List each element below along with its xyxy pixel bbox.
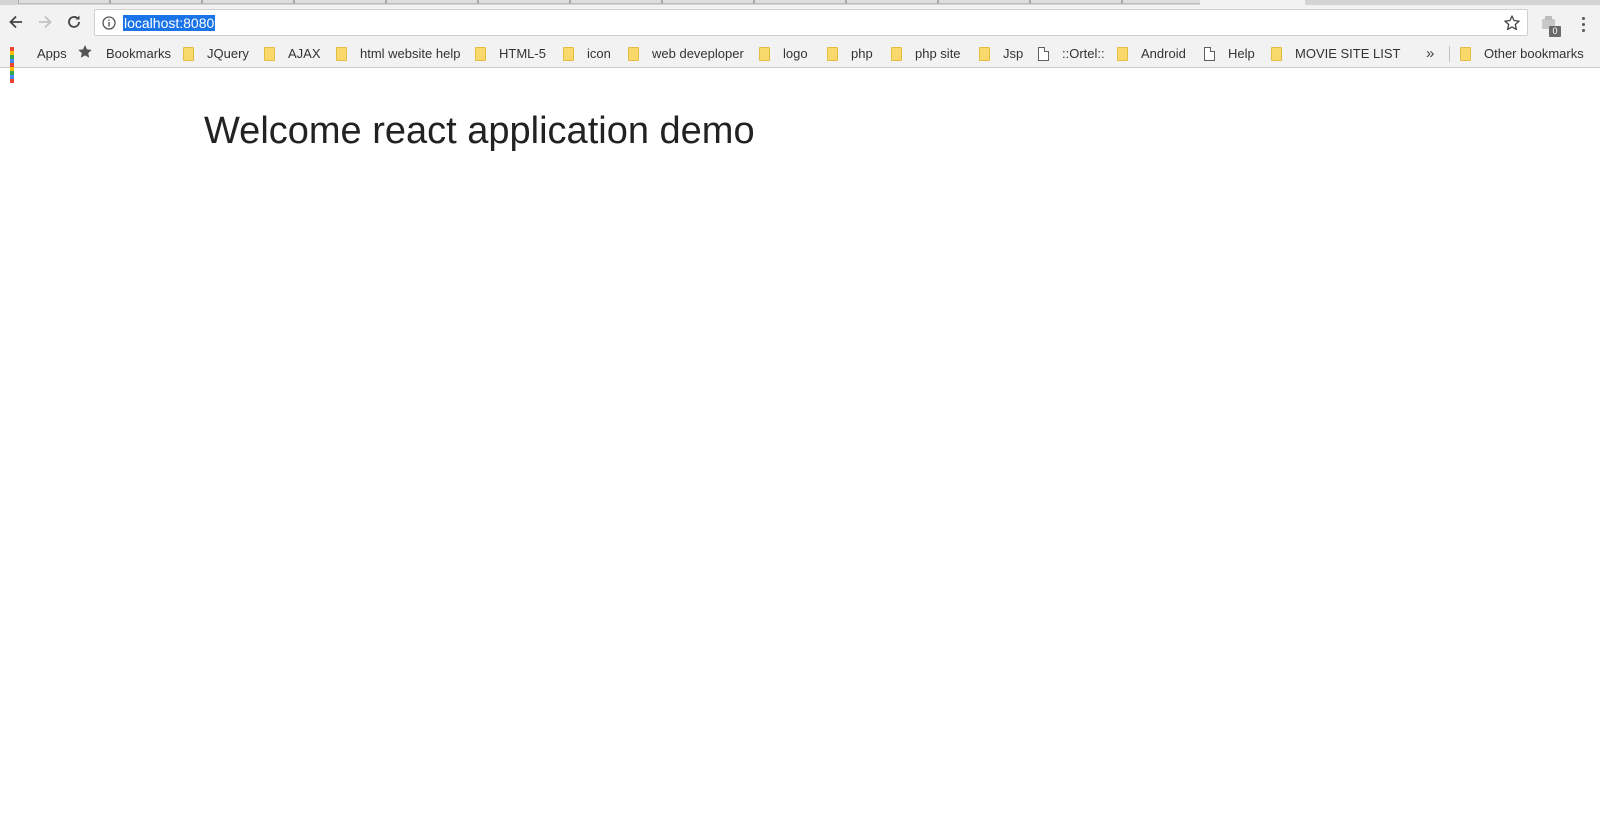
apps-grid-icon — [10, 46, 24, 83]
folder-icon — [827, 46, 838, 61]
bookmark-label: Android — [1141, 46, 1186, 61]
bookmark-label: Jsp — [1003, 46, 1024, 61]
bookmark-folder-android[interactable]: Android — [1117, 39, 1186, 68]
bookmark-label: php — [851, 46, 873, 61]
bookmark-label: Bookmarks — [106, 46, 172, 61]
folder-icon — [1271, 46, 1282, 61]
bookmark-label: HTML-5 — [499, 46, 546, 61]
folder-icon — [1460, 46, 1471, 61]
bookmark-apps[interactable]: Apps — [10, 39, 67, 83]
arrow-right-icon — [37, 14, 53, 30]
url-text[interactable]: localhost:8080 — [123, 15, 216, 31]
reload-icon — [66, 14, 82, 30]
bookmark-folder-web-developer[interactable]: web deveploper — [628, 39, 744, 68]
reload-button[interactable] — [63, 11, 85, 33]
tab[interactable] — [18, 0, 110, 4]
bookmark-folder-icon[interactable]: icon — [563, 39, 611, 68]
folder-icon — [759, 46, 770, 61]
bookmark-bookmarks[interactable]: Bookmarks — [77, 39, 171, 68]
bookmark-page-ortel[interactable]: ::Ortel:: — [1038, 39, 1105, 68]
bookmarks-overflow-button[interactable]: » — [1426, 39, 1434, 68]
tab[interactable] — [202, 0, 294, 4]
bookmark-label: logo — [783, 46, 808, 61]
bookmark-folder-php-site[interactable]: php site — [891, 39, 961, 68]
folder-icon — [475, 46, 486, 61]
bookmark-page-help[interactable]: Help — [1204, 39, 1255, 68]
bookmark-label: Apps — [37, 46, 67, 61]
browser-toolbar: localhost:8080 0 — [0, 5, 1600, 39]
tab[interactable] — [938, 0, 1030, 4]
bookmarks-bar: Apps Bookmarks JQuery AJAX html website … — [0, 39, 1600, 83]
bookmark-label: Other bookmarks — [1484, 46, 1584, 61]
tab[interactable] — [294, 0, 386, 4]
star-icon — [77, 44, 93, 63]
folder-icon — [628, 46, 639, 61]
folder-icon — [336, 46, 347, 61]
bookmark-label: MOVIE SITE LIST — [1295, 46, 1401, 61]
forward-button[interactable] — [34, 11, 56, 33]
bookmark-folder-jquery[interactable]: JQuery — [183, 39, 249, 68]
folder-icon — [979, 46, 990, 61]
tab[interactable] — [110, 0, 202, 4]
folder-icon — [264, 46, 275, 61]
bookmark-label: web deveploper — [652, 46, 744, 61]
star-outline-icon[interactable] — [1503, 14, 1521, 32]
bookmark-folder-movie-site-list[interactable]: MOVIE SITE LIST — [1271, 39, 1400, 68]
address-bar[interactable]: localhost:8080 — [94, 9, 1528, 36]
bookmark-folder-ajax[interactable]: AJAX — [264, 39, 321, 68]
bookmark-label: ::Ortel:: — [1062, 46, 1105, 61]
folder-icon — [891, 46, 902, 61]
tab[interactable] — [846, 0, 938, 4]
bookmark-folder-html-website-help[interactable]: html website help — [336, 39, 460, 68]
bookmark-label: icon — [587, 46, 611, 61]
bookmark-label: AJAX — [288, 46, 321, 61]
page-icon — [1038, 46, 1049, 61]
folder-icon — [563, 46, 574, 61]
bookmark-label: html website help — [360, 46, 461, 61]
back-button[interactable] — [5, 11, 27, 33]
info-icon[interactable] — [102, 16, 116, 30]
bookmark-folder-jsp[interactable]: Jsp — [979, 39, 1023, 68]
extension-badge: 0 — [1549, 26, 1561, 37]
arrow-left-icon — [8, 14, 24, 30]
browser-menu-button[interactable] — [1574, 13, 1592, 35]
bookmark-folder-html5[interactable]: HTML-5 — [475, 39, 546, 68]
tab[interactable] — [386, 0, 478, 4]
kebab-menu-icon — [1581, 16, 1585, 32]
tab[interactable] — [570, 0, 662, 4]
folder-icon — [1117, 46, 1128, 61]
tab[interactable] — [754, 0, 846, 4]
bookmark-folder-php[interactable]: php — [827, 39, 873, 68]
bookmark-folder-logo[interactable]: logo — [759, 39, 808, 68]
bookmarks-separator — [1449, 46, 1450, 62]
folder-icon — [183, 46, 194, 61]
tab[interactable] — [1030, 0, 1122, 4]
bookmark-label: Help — [1228, 46, 1255, 61]
bookmark-other-bookmarks[interactable]: Other bookmarks — [1460, 39, 1584, 68]
page-icon — [1204, 46, 1215, 61]
page-heading: Welcome react application demo — [204, 110, 755, 152]
bookmark-label: JQuery — [207, 46, 249, 61]
tab[interactable] — [662, 0, 754, 4]
tab[interactable] — [478, 0, 570, 4]
bookmark-label: php site — [915, 46, 961, 61]
